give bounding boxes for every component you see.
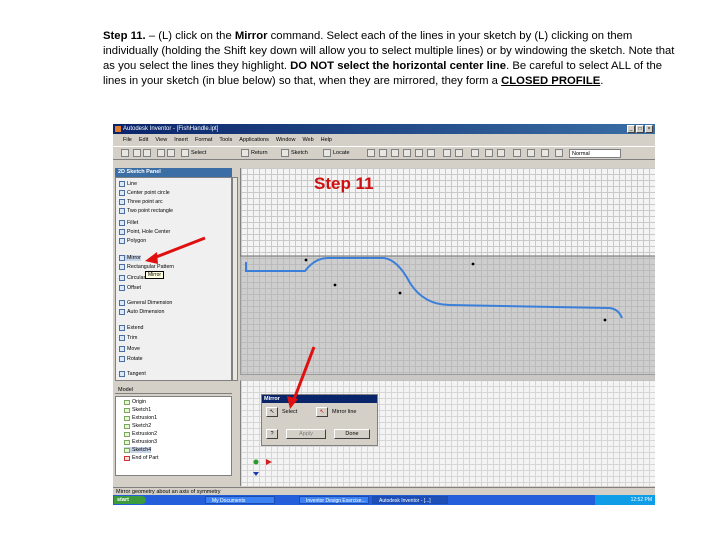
step-label: Step 11 xyxy=(314,174,374,193)
sketch-point xyxy=(333,283,337,287)
selected-region xyxy=(240,256,655,381)
sketch-point xyxy=(398,291,402,295)
arrow-head xyxy=(145,252,158,264)
sketch-point xyxy=(471,262,475,266)
sketch-point xyxy=(304,258,308,262)
overlay-layer xyxy=(145,236,655,476)
coordinate-marker xyxy=(266,459,272,465)
arrow-head xyxy=(287,396,298,409)
arrow-to-mirror-command xyxy=(150,236,206,261)
coordinate-marker xyxy=(253,472,259,476)
sketch-point xyxy=(603,318,607,322)
coordinate-marker xyxy=(253,459,259,465)
